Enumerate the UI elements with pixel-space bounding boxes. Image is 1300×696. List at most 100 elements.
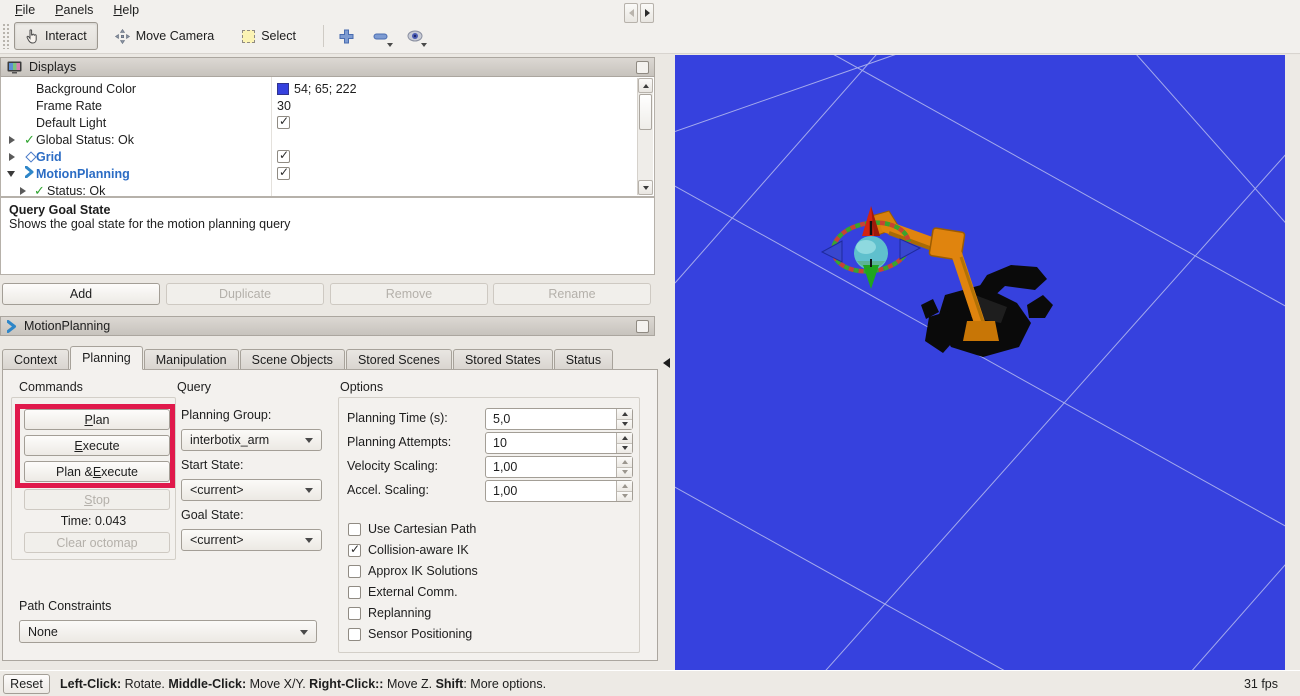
use-cartesian-path-option[interactable]: Use Cartesian Path [348,522,476,536]
execute-button[interactable]: Execute [24,435,170,456]
property-label: Status: Ok [47,184,105,198]
collision-aware-ik-option[interactable]: Collision-aware IK [348,543,469,557]
move-camera-icon [115,29,130,44]
scrollbar-thumb[interactable] [639,94,652,130]
select-tool-button[interactable]: Select [231,22,307,50]
tab-status[interactable]: Status [554,349,613,370]
planning-group-dropdown[interactable]: interbotix_arm [181,429,322,451]
start-state-label: Start State: [181,458,244,472]
duplicate-button[interactable]: Duplicate [166,283,324,305]
tab-scroll-right-button[interactable] [640,3,654,23]
tab-scroll-left-button[interactable] [624,3,638,23]
property-value[interactable]: 30 [277,99,291,113]
menu-panels[interactable]: Panels [46,2,102,18]
tree-scrollbar[interactable] [637,78,653,195]
zoom-out-dropdown-caret [387,43,393,47]
path-constraints-dropdown[interactable]: None [19,620,317,643]
motionplanning-enabled-checkbox[interactable] [277,167,290,180]
motionplanning-panel-header[interactable]: MotionPlanning [0,316,655,336]
scroll-down-button[interactable] [638,180,653,195]
toolbar-grip[interactable] [2,23,11,49]
external-comm-checkbox[interactable] [348,586,361,599]
displays-tree: Background Color 54; 65; 222 Frame Rate … [0,77,655,197]
stop-button[interactable]: Stop [24,489,170,510]
tab-context[interactable]: Context [2,349,69,370]
tab-planning[interactable]: Planning [70,346,143,370]
focus-camera-tool-button[interactable] [402,23,428,49]
use-cartesian-path-checkbox[interactable] [348,523,361,536]
tree-row-background-color[interactable]: Background Color 54; 65; 222 [1,80,621,97]
spin-down-button[interactable] [617,468,632,478]
planning-attempts-spinbox[interactable]: 10 [485,432,633,454]
property-label: Frame Rate [36,99,102,113]
sensor-positioning-option[interactable]: Sensor Positioning [348,627,472,641]
tab-stored-states[interactable]: Stored States [453,349,553,370]
approx-ik-solutions-checkbox[interactable] [348,565,361,578]
plan-button[interactable]: Plan [24,409,170,430]
tree-row-grid[interactable]: Grid [1,148,621,165]
menu-help[interactable]: Help [104,2,148,18]
expander-icon[interactable] [9,153,15,161]
collision-aware-ik-checkbox[interactable] [348,544,361,557]
viewport[interactable] [675,55,1285,670]
goal-state-dropdown[interactable]: <current> [181,529,322,551]
approx-ik-solutions-option[interactable]: Approx IK Solutions [348,564,478,578]
scroll-up-button[interactable] [638,78,653,93]
move-camera-tool-button[interactable]: Move Camera [104,22,226,50]
collapse-left-panel-handle[interactable] [663,358,670,368]
move-camera-tool-label: Move Camera [136,29,215,43]
spin-up-button[interactable] [617,481,632,492]
display-name: MotionPlanning [36,167,130,181]
tab-manipulation[interactable]: Manipulation [144,349,239,370]
default-light-checkbox[interactable] [277,116,290,129]
plan-and-execute-button[interactable]: Plan & Execute [24,461,170,482]
spin-down-button[interactable] [617,444,632,454]
spin-down-button[interactable] [617,492,632,502]
add-button[interactable]: Add [2,283,160,305]
replanning-checkbox[interactable] [348,607,361,620]
tab-bar: Context Planning Manipulation Scene Obje… [2,346,658,370]
select-box-icon [242,30,255,43]
expander-icon[interactable] [7,171,15,177]
color-swatch[interactable] [277,83,289,95]
sensor-positioning-checkbox[interactable] [348,628,361,641]
motionplanning-float-button[interactable] [636,320,649,333]
reset-button[interactable]: Reset [3,674,50,694]
start-state-dropdown[interactable]: <current> [181,479,322,501]
rename-button[interactable]: Rename [493,283,651,305]
replanning-option[interactable]: Replanning [348,606,431,620]
spin-up-button[interactable] [617,433,632,444]
tree-row-frame-rate[interactable]: Frame Rate 30 [1,97,621,114]
spin-down-button[interactable] [617,420,632,430]
tree-row-mp-status[interactable]: ✓ Status: Ok [1,182,621,197]
clear-octomap-button[interactable]: Clear octomap [24,532,170,553]
property-value[interactable]: 54; 65; 222 [294,82,357,96]
tree-row-default-light[interactable]: Default Light [1,114,621,131]
spin-up-button[interactable] [617,409,632,420]
external-comm-option[interactable]: External Comm. [348,585,458,599]
tab-stored-scenes[interactable]: Stored Scenes [346,349,452,370]
zoom-out-tool-button[interactable] [368,23,394,49]
checkbox-label: Approx IK Solutions [368,564,478,578]
motionplanning-panel-title: MotionPlanning [24,319,110,333]
mouse-hints: Left-Click: Rotate. Middle-Click: Move X… [60,677,546,691]
grid-enabled-checkbox[interactable] [277,150,290,163]
interact-tool-button[interactable]: Interact [14,22,98,50]
displays-float-button[interactable] [636,61,649,74]
tree-row-motionplanning[interactable]: MotionPlanning [1,165,621,182]
velocity-scaling-value: 1,00 [493,460,517,474]
tab-scene-objects[interactable]: Scene Objects [240,349,345,370]
remove-button[interactable]: Remove [330,283,488,305]
expander-icon[interactable] [20,187,26,195]
expander-icon[interactable] [9,136,15,144]
planning-time-spinbox[interactable]: 5,0 [485,408,633,430]
spin-up-button[interactable] [617,457,632,468]
tree-row-global-status[interactable]: ✓ Global Status: Ok [1,131,621,148]
checkbox-label: External Comm. [368,585,458,599]
accel-scaling-spinbox[interactable]: 1,00 [485,480,633,502]
menu-file[interactable]: File [6,2,44,18]
velocity-scaling-spinbox[interactable]: 1,00 [485,456,633,478]
zoom-in-icon [339,29,354,44]
displays-panel-header[interactable]: Displays [0,57,655,77]
zoom-in-tool-button[interactable] [334,23,360,49]
